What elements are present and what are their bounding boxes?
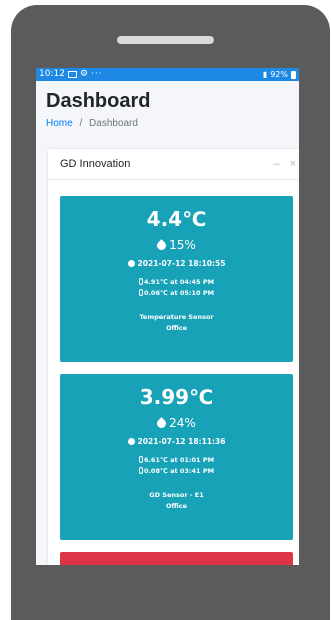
min-max-readings: 4.91℃ at 04:45 PM 0.06℃ at 05:10 PM	[60, 277, 293, 299]
status-bar: 10:12 ⚙ ··· ▮ 92%	[36, 68, 299, 81]
phone-speaker	[117, 36, 214, 44]
thermometer-high-icon	[138, 278, 143, 285]
min-reading: 0.06℃ at 05:10 PM	[143, 289, 215, 297]
water-drop-icon	[155, 416, 169, 430]
timestamp-value: 2021-07-12 18:11:36	[137, 437, 226, 446]
clock-icon	[127, 438, 135, 445]
card-title: GD Innovation	[60, 158, 131, 170]
sensor-card[interactable]: 3.99℃ 24% 2021-07-12 18:11:36 6.61℃ at 0…	[60, 374, 293, 540]
breadcrumb: Home / Dashboard	[46, 118, 289, 129]
minimize-icon[interactable]: –	[273, 158, 279, 170]
thermometer-low-icon	[138, 467, 143, 474]
gd-innovation-card: GD Innovation – × 4.4℃ 15% 2021-07-12 18…	[48, 149, 299, 565]
battery-percent: 92%	[270, 70, 288, 79]
sensor-label: Temperature Sensor Office	[60, 312, 293, 334]
sensor-name: GD Sensor - E1	[149, 491, 204, 499]
card-header: GD Innovation – ×	[48, 149, 299, 180]
water-drop-icon	[155, 238, 169, 252]
humidity-row: 15%	[60, 238, 293, 252]
thermometer-low-icon	[138, 289, 143, 296]
clock-icon	[127, 260, 135, 267]
sensor-location: Office	[165, 502, 188, 510]
page-title: Dashboard	[46, 90, 151, 112]
thermometer-high-icon	[138, 456, 143, 463]
alert-sensor-card[interactable]	[60, 552, 293, 565]
min-reading-row: 0.08℃ at 03:41 PM	[60, 466, 293, 477]
humidity-row: 24%	[60, 416, 293, 430]
battery-icon	[291, 70, 296, 79]
min-max-readings: 6.61℃ at 01:01 PM 0.08℃ at 03:41 PM	[60, 455, 293, 477]
min-reading: 0.08℃ at 03:41 PM	[143, 467, 215, 475]
max-reading-row: 6.61℃ at 01:01 PM	[60, 455, 293, 466]
close-icon[interactable]: ×	[290, 158, 296, 170]
breadcrumb-home-link[interactable]: Home	[46, 118, 73, 129]
card-tools: – ×	[273, 158, 296, 170]
phone-screen: 10:12 ⚙ ··· ▮ 92% Dashboard Home / Dashb…	[36, 68, 299, 565]
sensor-card[interactable]: 4.4℃ 15% 2021-07-12 18:10:55 4.91℃ at 04…	[60, 196, 293, 362]
more-dots-icon: ···	[91, 69, 103, 79]
screen-icon	[67, 71, 77, 78]
temperature-value: 3.99℃	[139, 385, 214, 409]
sensor-name: Temperature Sensor	[139, 313, 214, 321]
notification-icon: ⚙	[79, 69, 89, 79]
timestamp-row: 2021-07-12 18:10:55	[60, 259, 293, 268]
content-header: Dashboard Home / Dashboard	[36, 81, 299, 129]
max-reading: 6.61℃ at 01:01 PM	[143, 456, 215, 464]
timestamp-value: 2021-07-12 18:10:55	[137, 259, 226, 268]
status-time: 10:12	[39, 69, 65, 79]
max-reading: 4.91℃ at 04:45 PM	[143, 278, 215, 286]
min-reading-row: 0.06℃ at 05:10 PM	[60, 288, 293, 299]
max-reading-row: 4.91℃ at 04:45 PM	[60, 277, 293, 288]
sensor-location: Office	[165, 324, 188, 332]
breadcrumb-separator: /	[79, 118, 83, 129]
breadcrumb-current: Dashboard	[89, 118, 138, 129]
temperature-value: 4.4℃	[146, 207, 207, 231]
humidity-value: 24%	[169, 416, 196, 430]
timestamp-row: 2021-07-12 18:11:36	[60, 437, 293, 446]
sensor-label: GD Sensor - E1 Office	[60, 490, 293, 512]
signal-icon: ▮	[262, 70, 268, 79]
humidity-value: 15%	[169, 238, 196, 252]
